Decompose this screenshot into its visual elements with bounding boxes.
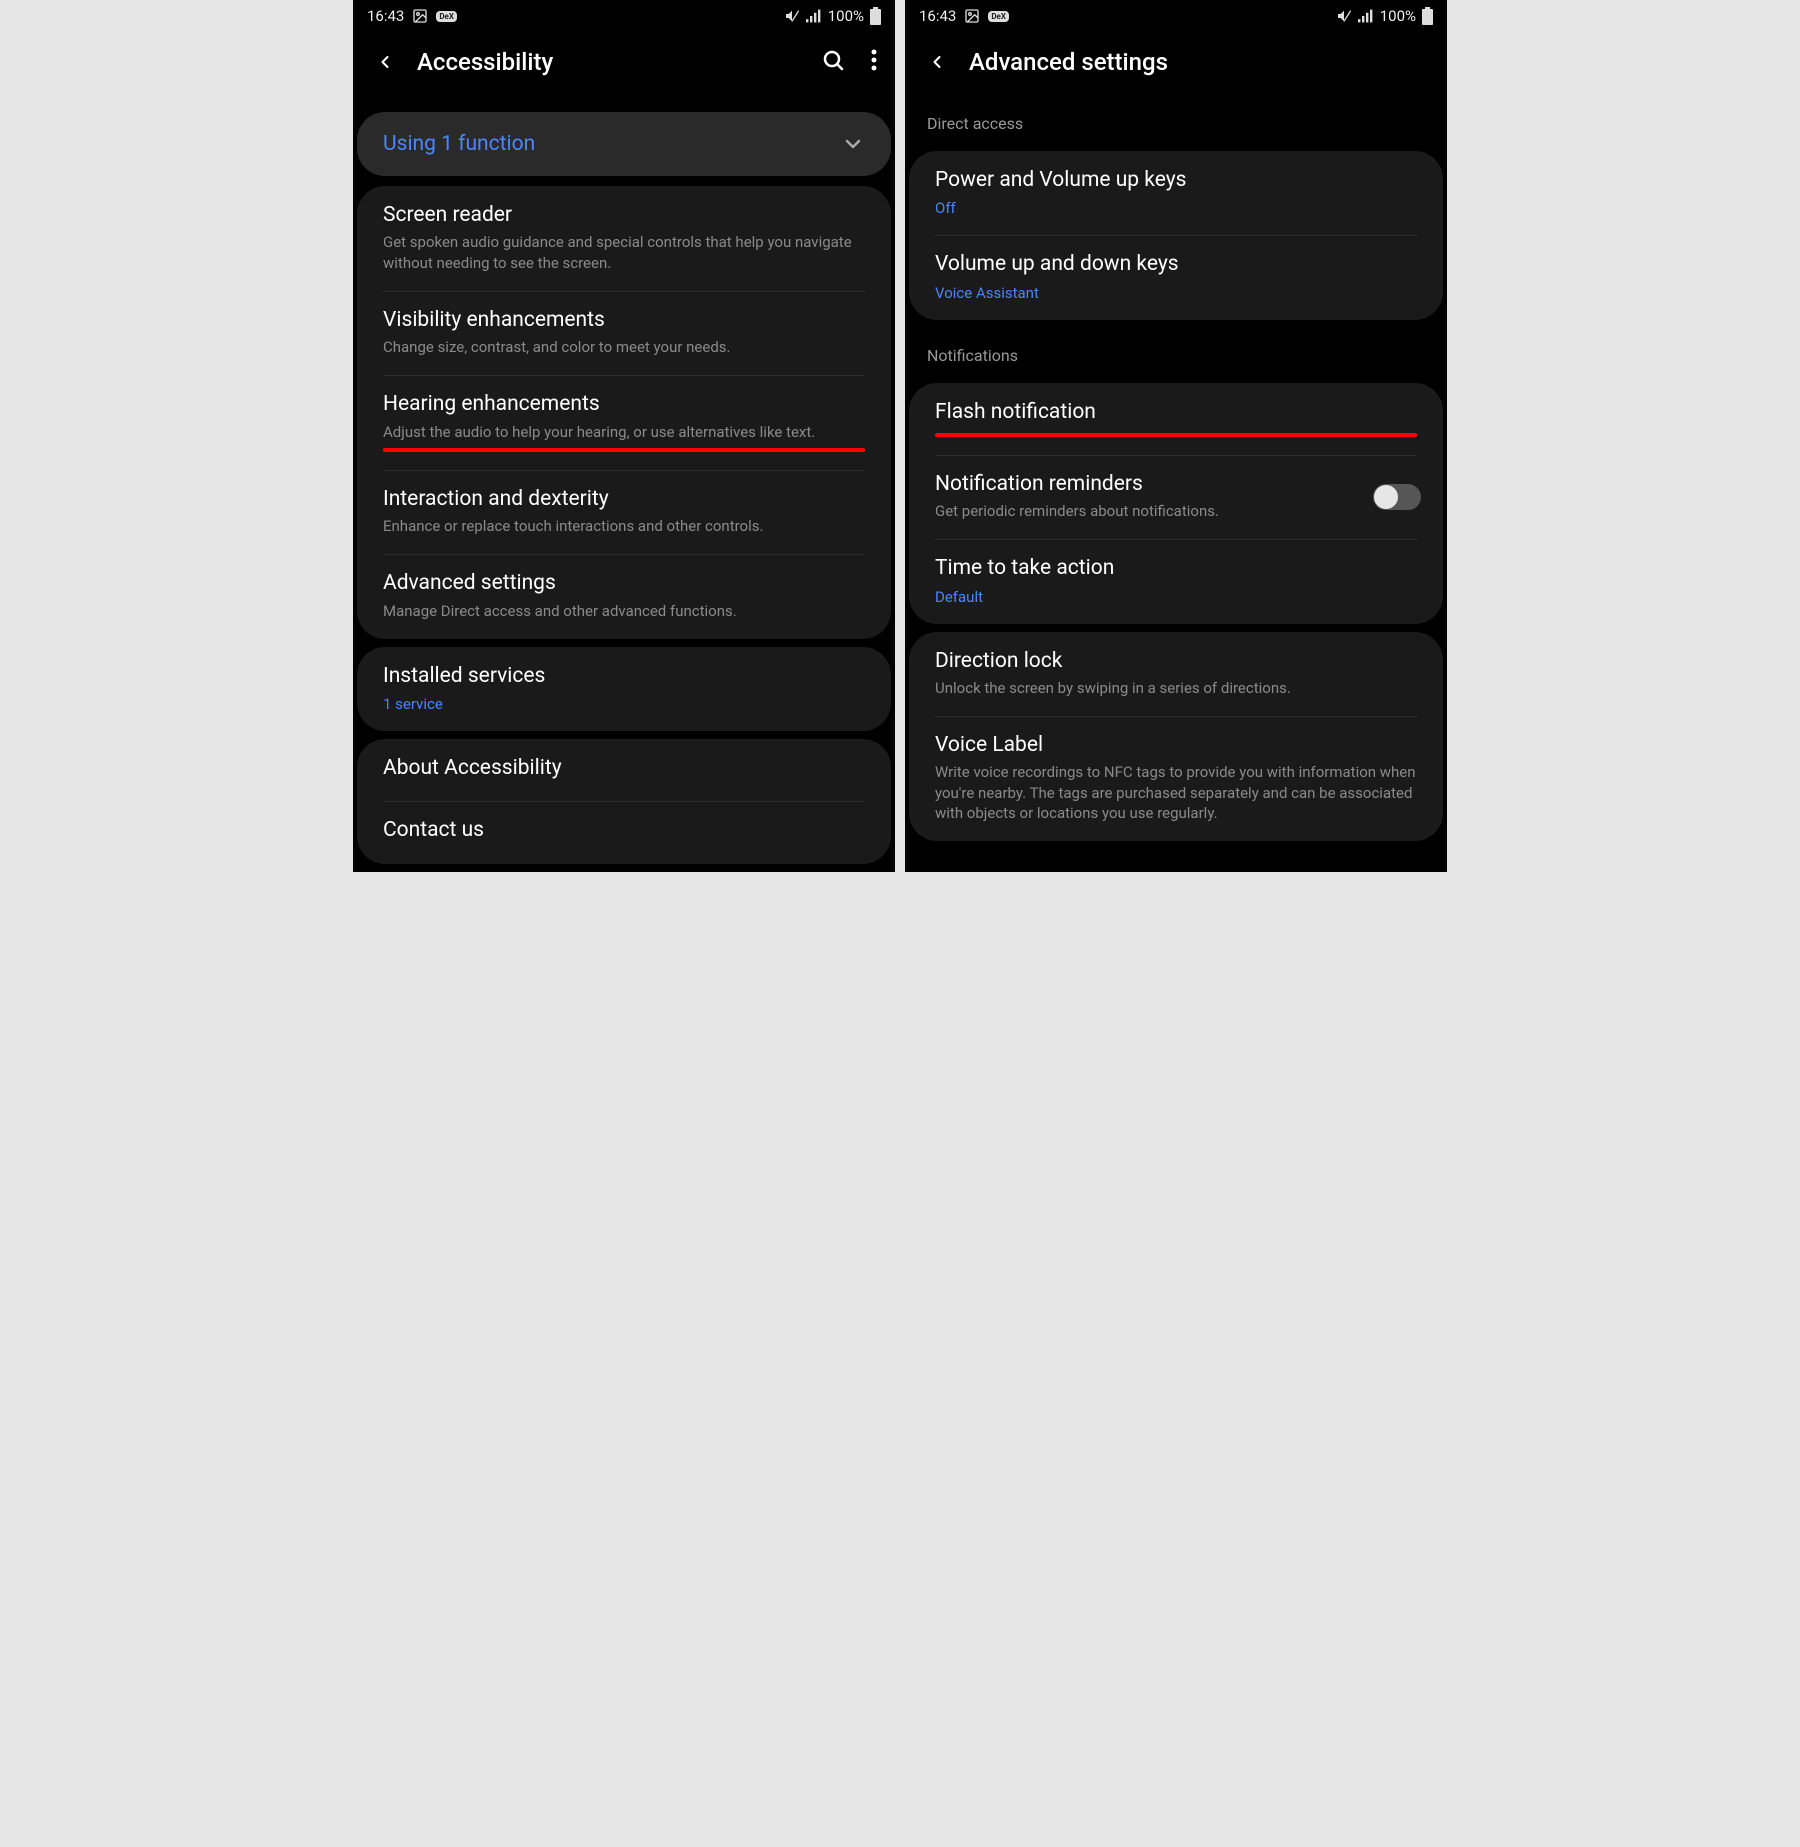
row-advanced-settings[interactable]: Advanced settings Manage Direct access a… bbox=[357, 554, 891, 639]
card-about: About Accessibility Contact us bbox=[357, 739, 891, 864]
row-visibility-enhancements[interactable]: Visibility enhancements Change size, con… bbox=[357, 291, 891, 376]
page-title: Advanced settings bbox=[951, 48, 1429, 76]
highlight-underline bbox=[935, 433, 1417, 437]
status-battery-pct: 100% bbox=[828, 7, 864, 25]
row-status: Voice Assistant bbox=[935, 280, 1417, 302]
card-notifications: Flash notification Notification reminder… bbox=[909, 383, 1443, 624]
chevron-left-icon bbox=[375, 52, 395, 72]
row-desc: Unlock the screen by swiping in a series… bbox=[935, 676, 1417, 698]
row-title: Voice Label bbox=[935, 732, 1417, 760]
row-contact-us[interactable]: Contact us bbox=[357, 801, 891, 863]
chevron-down-icon bbox=[841, 132, 865, 156]
status-bar: 16:43 DeX 100% bbox=[353, 0, 895, 28]
status-time: 16:43 bbox=[367, 7, 404, 25]
battery-icon bbox=[1422, 7, 1433, 25]
mute-icon bbox=[1336, 8, 1352, 24]
status-time: 16:43 bbox=[919, 7, 956, 25]
mute-icon bbox=[784, 8, 800, 24]
row-title: Power and Volume up keys bbox=[935, 167, 1417, 195]
row-desc: Get periodic reminders about notificatio… bbox=[935, 499, 1367, 521]
card-misc: Direction lock Unlock the screen by swip… bbox=[909, 632, 1443, 842]
row-title: Interaction and dexterity bbox=[383, 486, 865, 514]
row-desc: Enhance or replace touch interactions an… bbox=[383, 514, 865, 536]
row-title: Time to take action bbox=[935, 555, 1417, 583]
using-functions-banner[interactable]: Using 1 function bbox=[357, 112, 891, 176]
row-desc: Write voice recordings to NFC tags to pr… bbox=[935, 760, 1417, 823]
row-title: Screen reader bbox=[383, 202, 865, 230]
row-voice-label[interactable]: Voice Label Write voice recordings to NF… bbox=[909, 716, 1443, 841]
row-title: Advanced settings bbox=[383, 570, 865, 598]
row-direction-lock[interactable]: Direction lock Unlock the screen by swip… bbox=[909, 632, 1443, 717]
battery-icon bbox=[870, 7, 881, 25]
row-power-volume-up[interactable]: Power and Volume up keys Off bbox=[909, 151, 1443, 235]
signal-icon bbox=[806, 8, 822, 24]
card-main: Screen reader Get spoken audio guidance … bbox=[357, 186, 891, 639]
row-screen-reader[interactable]: Screen reader Get spoken audio guidance … bbox=[357, 186, 891, 291]
row-title: Visibility enhancements bbox=[383, 307, 865, 335]
signal-icon bbox=[1358, 8, 1374, 24]
toggle-notification-reminders[interactable] bbox=[1373, 484, 1421, 510]
gallery-icon bbox=[964, 8, 980, 24]
section-direct-access: Direct access bbox=[909, 96, 1443, 143]
page-title: Accessibility bbox=[399, 48, 821, 76]
row-interaction-dexterity[interactable]: Interaction and dexterity Enhance or rep… bbox=[357, 470, 891, 555]
row-about-accessibility[interactable]: About Accessibility bbox=[357, 739, 891, 801]
section-notifications: Notifications bbox=[909, 328, 1443, 375]
card-direct-access: Power and Volume up keys Off Volume up a… bbox=[909, 151, 1443, 320]
row-status: Off bbox=[935, 195, 1417, 217]
row-title: Direction lock bbox=[935, 648, 1417, 676]
phone-accessibility: 16:43 DeX 100% Accessibility Using 1 fun… bbox=[353, 0, 895, 872]
row-desc: Manage Direct access and other advanced … bbox=[383, 599, 865, 621]
more-vertical-icon bbox=[871, 49, 877, 71]
banner-text: Using 1 function bbox=[383, 132, 535, 156]
row-title: About Accessibility bbox=[383, 755, 865, 783]
row-desc: Change size, contrast, and color to meet… bbox=[383, 335, 865, 357]
row-title: Contact us bbox=[383, 817, 865, 845]
row-hearing-enhancements[interactable]: Hearing enhancements Adjust the audio to… bbox=[357, 375, 891, 470]
row-desc: Adjust the audio to help your hearing, o… bbox=[383, 420, 865, 442]
row-notification-reminders[interactable]: Notification reminders Get periodic remi… bbox=[909, 455, 1443, 540]
app-bar: Accessibility bbox=[353, 28, 895, 96]
status-battery-pct: 100% bbox=[1380, 7, 1416, 25]
dex-icon: DeX bbox=[988, 11, 1009, 22]
more-button[interactable] bbox=[871, 49, 877, 75]
search-icon bbox=[821, 48, 845, 72]
row-desc: Get spoken audio guidance and special co… bbox=[383, 230, 865, 273]
row-installed-services[interactable]: Installed services 1 service bbox=[357, 647, 891, 731]
row-status: 1 service bbox=[383, 691, 865, 713]
row-title: Hearing enhancements bbox=[383, 391, 865, 419]
row-title: Notification reminders bbox=[935, 471, 1367, 499]
gallery-icon bbox=[412, 8, 428, 24]
status-bar: 16:43 DeX 100% bbox=[905, 0, 1447, 28]
app-bar: Advanced settings bbox=[905, 28, 1447, 96]
row-title: Flash notification bbox=[935, 399, 1417, 427]
search-button[interactable] bbox=[821, 48, 845, 76]
row-time-to-take-action[interactable]: Time to take action Default bbox=[909, 539, 1443, 623]
row-volume-up-down[interactable]: Volume up and down keys Voice Assistant bbox=[909, 235, 1443, 319]
chevron-left-icon bbox=[927, 52, 947, 72]
back-button[interactable] bbox=[371, 52, 399, 72]
row-flash-notification[interactable]: Flash notification bbox=[909, 383, 1443, 455]
back-button[interactable] bbox=[923, 52, 951, 72]
row-title: Installed services bbox=[383, 663, 865, 691]
highlight-underline bbox=[383, 448, 865, 452]
dex-icon: DeX bbox=[436, 11, 457, 22]
row-title: Volume up and down keys bbox=[935, 251, 1417, 279]
row-status: Default bbox=[935, 584, 1417, 606]
phone-advanced-settings: 16:43 DeX 100% Advanced settings Direct … bbox=[905, 0, 1447, 872]
card-services: Installed services 1 service bbox=[357, 647, 891, 731]
